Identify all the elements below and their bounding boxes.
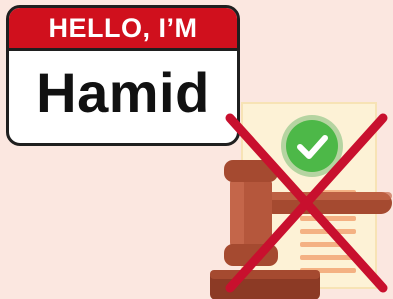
legal-illustration (210, 102, 392, 299)
